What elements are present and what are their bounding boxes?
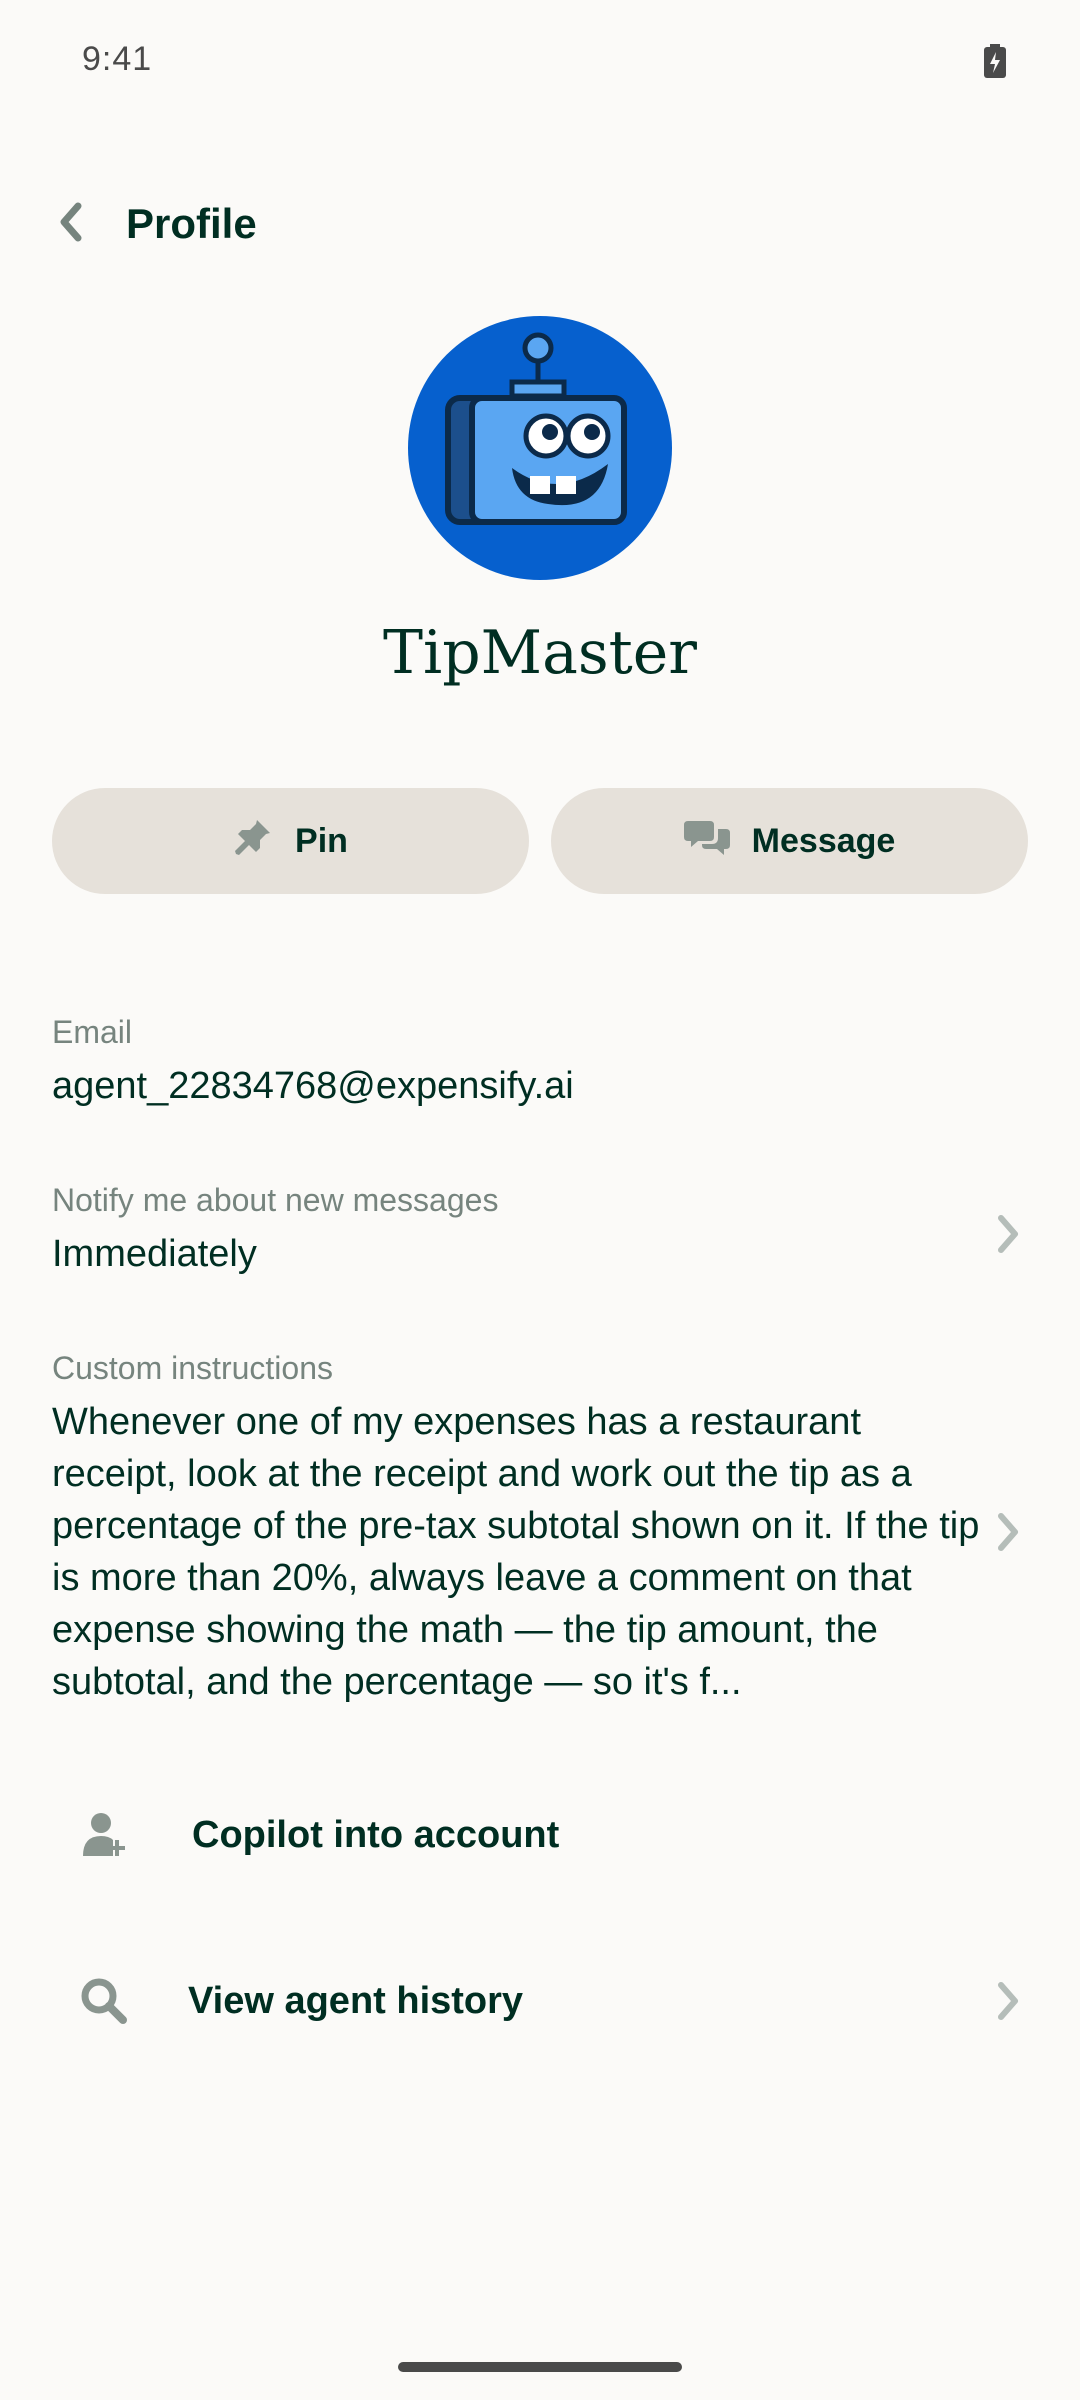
battery-icon [984,44,1006,78]
view-agent-history[interactable]: View agent history [52,1946,1028,2056]
email-label: Email [52,1014,133,1050]
user-plus-icon [52,1805,156,1865]
notify-value: Immediately [52,1233,257,1275]
action-row: Pin Message [52,788,1028,894]
back-button[interactable] [46,194,96,254]
copilot-into-account[interactable]: Copilot into account [52,1780,1028,1890]
instructions-label: Custom instructions [52,1350,333,1386]
email-value: agent_22834768@expensify.ai [52,1065,574,1107]
chat-bubbles-icon [683,817,730,866]
pin-button[interactable]: Pin [52,788,529,894]
history-label: View agent history [188,1979,524,2022]
notify-setting[interactable]: Notify me about new messages Immediately [52,1180,1028,1280]
status-bar: 9:41 [0,0,1080,130]
pin-icon [233,817,273,866]
robot-icon [445,332,627,525]
message-label: Message [751,821,896,860]
chevron-right-icon [988,1210,1028,1258]
copilot-label: Copilot into account [192,1813,560,1856]
chevron-right-icon [988,1508,1028,1556]
page-title: Profile [126,200,257,247]
instructions-value: Whenever one of my expenses has a restau… [52,1401,980,1703]
pin-label: Pin [295,821,348,860]
notify-label: Notify me about new messages [52,1182,499,1218]
agent-avatar[interactable] [408,316,672,580]
search-icon [52,1971,156,2031]
home-indicator[interactable] [398,2362,682,2372]
message-button[interactable]: Message [551,788,1028,894]
status-time: 9:41 [82,40,153,78]
email-field[interactable]: Email agent_22834768@expensify.ai [52,1012,1028,1112]
header: Profile [0,180,1080,270]
back-arrow-icon [56,202,86,247]
custom-instructions[interactable]: Custom instructions Whenever one of my e… [52,1348,1028,1708]
chevron-right-icon [988,1977,1028,2025]
agent-name: TipMaster [383,618,697,688]
